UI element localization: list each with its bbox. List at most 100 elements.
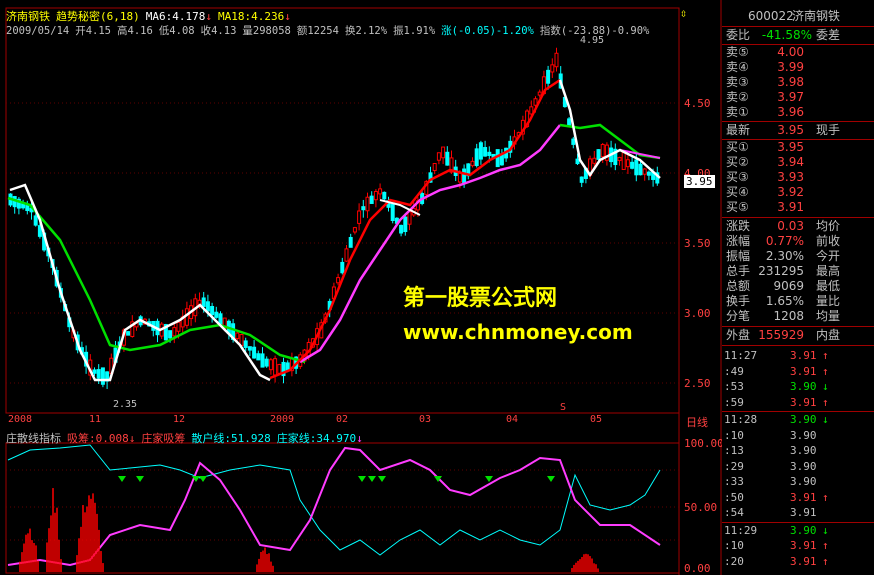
tick-row: :13 3.90 (722, 443, 874, 458)
candle-body (214, 311, 219, 318)
retail-line (7, 444, 661, 556)
quote-title: 600022 济南钢铁 (722, 9, 874, 24)
stock-name: 济南钢铁 (6, 10, 50, 23)
candle-body (357, 210, 362, 224)
period-button[interactable]: 日线 (686, 414, 708, 430)
candle-body (256, 353, 261, 361)
tick-price: 3.90 (790, 459, 817, 473)
buy1-label: 买① (726, 140, 749, 154)
price-label: 3.00 (684, 307, 711, 320)
inner-label: 内盘 (816, 328, 841, 342)
tick-arrow: ↓ (822, 523, 829, 537)
stat-label: 总额 (726, 279, 751, 293)
candle-body (546, 69, 551, 84)
absorb-arrow: ↓ (128, 432, 136, 445)
sell4-label: 卖④ (726, 60, 749, 74)
candle-body (474, 148, 479, 167)
indicator-series (7, 444, 661, 572)
chart-header-line1: 济南钢铁 趋势秘密(6,18) MA6:4.178↓ MA18:4.236↓ (6, 8, 297, 24)
candle-body (100, 367, 105, 385)
time-label: 12 (173, 414, 186, 425)
tick-time: :10 (724, 539, 744, 552)
tick-list[interactable]: 11:27 3.91 ↑:49 3.91 ↑:53 3.90 ↓:59 3.91 ↑ 11:28 3… (722, 348, 874, 575)
watermark-url: www.chnmoney.com (403, 320, 633, 344)
stat-row: 涨幅 0.77% 前收 (722, 234, 874, 249)
now-hand-label: 现手 (816, 123, 841, 137)
ma18-arrow: ↓ (284, 10, 291, 23)
candle-body (596, 149, 601, 160)
time-label: 04 (506, 414, 519, 425)
candle-body (575, 158, 580, 165)
buy5-price: 3.91 (777, 200, 804, 214)
stat-value: 0.77% (765, 234, 804, 248)
candle-body (550, 64, 555, 73)
indicator-header: 庄散线指标 吸筹:0.008↓ 庄家吸筹 散户线:51.928 庄家线:34.970↓ (6, 430, 369, 446)
candle-body (25, 204, 30, 212)
buy2-label: 买② (726, 155, 749, 169)
candle-body (478, 142, 483, 160)
candle-body (441, 146, 446, 159)
candle-body (638, 163, 643, 176)
signal-triangle (199, 476, 207, 482)
tick-price: 3.91 (790, 490, 817, 504)
ma18-value: MA18:4.236 (217, 10, 285, 23)
candle-body (336, 277, 341, 284)
ma6-arrow: ↓ (205, 10, 212, 23)
stock-code: 600022 (748, 9, 794, 23)
stat-right-label: 量比 (816, 294, 841, 308)
sell2-label: 卖② (726, 90, 749, 104)
tick-row: 11:28 3.90 ↓ (722, 412, 874, 427)
expand-icon[interactable]: ⇳ (680, 6, 687, 20)
stat-label: 涨跌 (726, 219, 751, 233)
formula-name: 趋势秘密(6,18) (56, 10, 140, 23)
candle-body (630, 161, 635, 169)
tick-row: :49 3.91 ↑ (722, 364, 874, 379)
tick-arrow: ↑ (822, 539, 829, 552)
tick-price: 3.91 (790, 539, 817, 552)
tick-price: 3.91 (790, 506, 817, 519)
tick-time: :10 (724, 428, 744, 442)
low-annotation: 2.35 (113, 399, 138, 410)
tick-price: 3.91 (790, 554, 817, 568)
candle-body (273, 358, 278, 376)
stat-row: 换手 1.65% 量比 (722, 294, 874, 309)
buy2-price: 3.94 (777, 155, 804, 169)
indicator-axis-label: 100.00 (684, 437, 724, 450)
candle-body (92, 369, 97, 374)
candle-body (369, 195, 374, 204)
candle-body (268, 359, 273, 371)
sell5-row: 卖⑤ 4.00 (722, 45, 874, 60)
sell3-row: 卖③ 3.98 (722, 75, 874, 90)
stat-label: 总手 (726, 264, 751, 278)
header-change: 涨(-0.05)-1.20% (441, 25, 534, 37)
candle-body (348, 236, 353, 248)
candle-body (96, 369, 101, 379)
stat-label: 分笔 (726, 309, 751, 323)
candle-body (537, 91, 542, 96)
candle-body (176, 321, 181, 332)
tick-time: 11:29 (724, 523, 758, 537)
stat-value: 2.30% (765, 249, 804, 263)
buy4-row: 买④ 3.92 (722, 185, 874, 200)
candle-body (243, 340, 248, 348)
stat-label: 振幅 (726, 249, 751, 263)
kline-chart[interactable] (0, 0, 722, 575)
tick-time: :59 (724, 395, 744, 409)
header-volume: 量298058 (242, 25, 291, 37)
candle-body (126, 331, 131, 336)
stat-label: 涨幅 (726, 234, 751, 248)
stat-value: 0.03 (777, 219, 804, 233)
signal-triangle (368, 476, 376, 482)
signal-triangle (118, 476, 126, 482)
tick-row: :50 3.91 ↑ (722, 490, 874, 505)
candle-body (567, 118, 572, 126)
quote-panel: 600022 济南钢铁 委比 -41.58% 委差 卖⑤ 4.00 卖④ 3.99 … (722, 0, 874, 575)
candle-body (600, 144, 605, 158)
candle-body (625, 159, 630, 168)
indicator-name: 庄散线指标 (6, 432, 61, 445)
stat-row: 分笔 1208 均量 (722, 309, 874, 324)
dealer-line-arrow: ↓ (356, 432, 363, 445)
tick-price: 3.90 (790, 413, 817, 426)
stat-right-label: 前收 (816, 234, 841, 248)
tick-row: :33 3.90 (722, 474, 874, 489)
